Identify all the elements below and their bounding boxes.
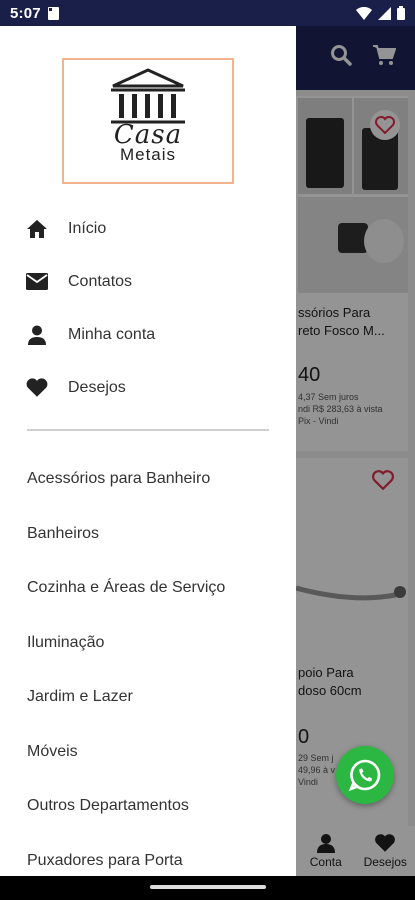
logo-text-metais: Metais (119, 145, 177, 164)
signal-icon (378, 6, 391, 20)
battery-icon (397, 6, 405, 20)
category-item[interactable]: Puxadores para Porta (0, 834, 296, 877)
user-icon (26, 324, 48, 346)
menu-item-minha-conta[interactable]: Minha conta (0, 308, 296, 361)
envelope-icon (26, 271, 48, 293)
category-item[interactable]: Iluminação (0, 616, 296, 671)
menu-item-desejos[interactable]: Desejos (0, 361, 296, 414)
menu-item-label: Desejos (68, 378, 126, 396)
navigation-drawer: Casa Metais Início Contatos Minha conta (0, 26, 296, 876)
menu-item-inicio[interactable]: Início (0, 202, 296, 255)
status-bar: 5:07 (0, 0, 415, 26)
sd-card-icon (47, 6, 59, 20)
category-item[interactable]: Banheiros (0, 507, 296, 562)
drawer-main-menu: Início Contatos Minha conta Desejos (0, 202, 296, 414)
category-item[interactable]: Acessórios para Banheiro (0, 452, 296, 507)
menu-item-label: Minha conta (68, 325, 156, 343)
store-logo[interactable]: Casa Metais (62, 58, 234, 184)
menu-item-label: Início (68, 219, 107, 237)
system-navigation-bar (0, 876, 415, 900)
menu-item-contatos[interactable]: Contatos (0, 255, 296, 308)
wifi-icon (356, 6, 372, 20)
temple-logo-icon (111, 68, 185, 124)
category-item[interactable]: Cozinha e Áreas de Serviço (0, 561, 296, 616)
category-item[interactable]: Jardim e Lazer (0, 670, 296, 725)
whatsapp-icon (348, 759, 381, 792)
menu-divider (27, 429, 269, 431)
whatsapp-button[interactable] (336, 746, 394, 804)
category-item[interactable]: Outros Departamentos (0, 779, 296, 834)
logo-text-casa: Casa (113, 120, 183, 150)
home-icon (26, 218, 48, 240)
category-list: Acessórios para Banheiro Banheiros Cozin… (0, 452, 296, 876)
category-item[interactable]: Móveis (0, 725, 296, 780)
status-icons (356, 6, 405, 20)
home-gesture-handle[interactable] (150, 885, 266, 889)
menu-item-label: Contatos (68, 272, 133, 290)
status-time: 5:07 (10, 4, 41, 22)
heart-icon (26, 377, 48, 399)
